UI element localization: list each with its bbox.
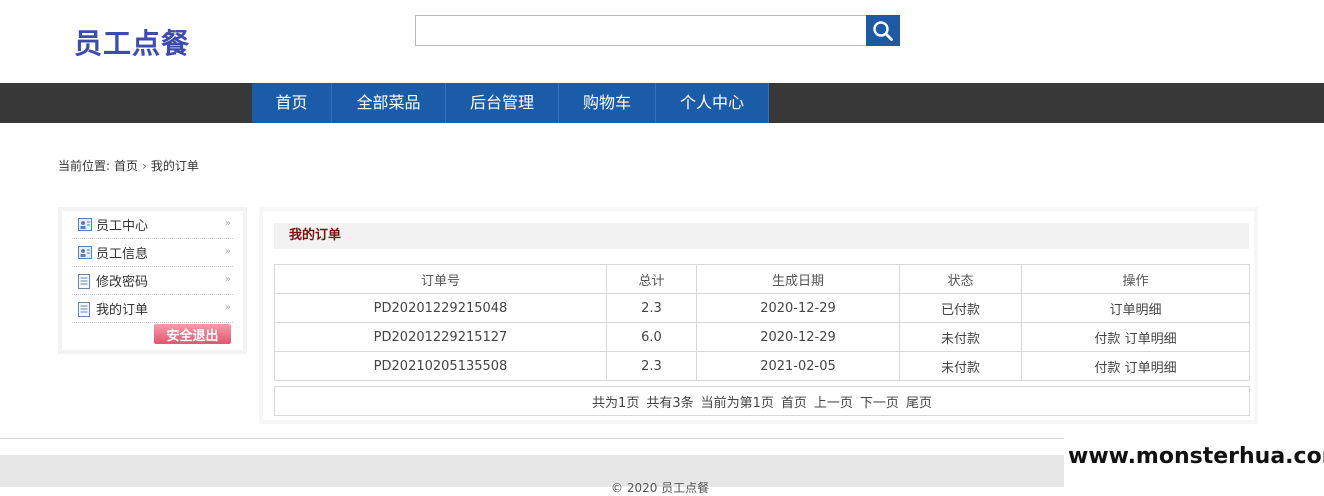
breadcrumb-home-link[interactable]: 首页 xyxy=(114,157,138,174)
column-header-actions: 操作 xyxy=(1021,264,1250,294)
order-number-cell: PD20201229215127 xyxy=(274,322,607,352)
logout-button[interactable]: 安全退出 xyxy=(154,324,231,344)
sidebar-item-change-password[interactable]: 修改密码 » xyxy=(72,267,233,295)
sidebar-item-label: 我的订单 xyxy=(96,303,149,318)
order-actions-cell: 付款 订单明细 xyxy=(1021,322,1250,352)
order-number-cell: PD20210205135508 xyxy=(274,351,607,381)
main-nav: 首页 全部菜品 后台管理 购物车 个人中心 xyxy=(252,83,769,123)
double-chevron-right-icon: » xyxy=(224,218,231,229)
pager-first-link[interactable]: 首页 xyxy=(781,392,807,411)
breadcrumb-prefix: 当前位置: xyxy=(58,159,111,173)
main-nav-bar: 首页 全部菜品 后台管理 购物车 个人中心 xyxy=(0,83,1324,123)
column-header-total: 总计 xyxy=(606,264,697,294)
order-detail-link[interactable]: 订单明细 xyxy=(1125,361,1177,376)
document-icon xyxy=(78,273,92,289)
order-date-cell: 2020-12-29 xyxy=(696,293,900,323)
pager-total-pages: 共为1页 xyxy=(592,395,640,411)
table-header-row: 订单号 总计 生成日期 状态 操作 xyxy=(274,264,1250,294)
double-chevron-right-icon: » xyxy=(224,246,231,257)
search-bar xyxy=(415,15,900,46)
column-header-order-no: 订单号 xyxy=(274,264,607,294)
orders-table: 订单号 总计 生成日期 状态 操作 PD20201229215048 2.3 2… xyxy=(274,264,1250,381)
sidebar-item-label: 员工信息 xyxy=(96,247,149,262)
pay-link[interactable]: 付款 xyxy=(1094,361,1120,376)
user-sidebar: 员工中心 » 员工信息 » 修改密码 » 我的订单 » 安全退出 xyxy=(58,207,247,354)
search-button[interactable] xyxy=(866,15,900,46)
double-chevron-right-icon: » xyxy=(224,302,231,313)
order-actions-cell: 订单明细 xyxy=(1021,293,1250,323)
panel-title: 我的订单 xyxy=(274,223,1249,249)
order-total-cell: 2.3 xyxy=(606,351,697,381)
order-status-cell: 已付款 xyxy=(899,293,1022,323)
search-input[interactable] xyxy=(415,15,867,46)
watermark-text: www.monsterhua.com xyxy=(1064,435,1324,487)
order-date-cell: 2020-12-29 xyxy=(696,322,900,352)
orders-panel: 我的订单 订单号 总计 生成日期 状态 操作 PD20201229215048 … xyxy=(259,207,1258,424)
order-actions-cell: 付款 订单明细 xyxy=(1021,351,1250,381)
pager-next-link[interactable]: 下一页 xyxy=(860,392,899,411)
order-date-cell: 2021-02-05 xyxy=(696,351,900,381)
sidebar-item-label: 员工中心 xyxy=(96,219,149,234)
pager-prev-link[interactable]: 上一页 xyxy=(814,392,853,411)
site-footer xyxy=(0,455,1064,487)
nav-item-all-dishes[interactable]: 全部菜品 xyxy=(332,83,446,123)
table-row: PD20201229215127 6.0 2020-12-29 未付款 付款 订… xyxy=(274,322,1250,352)
nav-item-admin[interactable]: 后台管理 xyxy=(446,83,559,123)
site-logo[interactable]: 员工点餐 xyxy=(74,22,190,62)
profile-card-icon xyxy=(78,245,92,260)
nav-item-personal-center[interactable]: 个人中心 xyxy=(656,83,769,123)
nav-item-home[interactable]: 首页 xyxy=(252,83,332,123)
orders-panel-body: 我的订单 订单号 总计 生成日期 状态 操作 PD20201229215048 … xyxy=(263,211,1254,420)
site-header: 员工点餐 xyxy=(0,0,1324,83)
column-header-status: 状态 xyxy=(899,264,1022,294)
table-row: PD20210205135508 2.3 2021-02-05 未付款 付款 订… xyxy=(274,351,1250,381)
nav-item-cart[interactable]: 购物车 xyxy=(559,83,656,123)
order-status-cell: 未付款 xyxy=(899,322,1022,352)
double-chevron-right-icon: » xyxy=(224,274,231,285)
breadcrumb: 当前位置: 首页 › 我的订单 xyxy=(58,157,199,174)
order-detail-link[interactable]: 订单明细 xyxy=(1125,332,1177,347)
sidebar-item-label: 修改密码 xyxy=(96,275,149,290)
column-header-date: 生成日期 xyxy=(696,264,900,294)
breadcrumb-current: 我的订单 xyxy=(150,159,199,173)
sidebar-item-employee-info[interactable]: 员工信息 » xyxy=(72,239,233,267)
document-icon xyxy=(78,301,92,317)
chevron-right-icon: › xyxy=(142,158,147,173)
footer-copyright: © 2020 员工点餐 xyxy=(611,481,710,495)
pager-total-items: 共有3条 xyxy=(646,395,694,411)
order-detail-link[interactable]: 订单明细 xyxy=(1109,303,1161,318)
sidebar-item-employee-center[interactable]: 员工中心 » xyxy=(72,211,233,239)
pager-current-page: 当前为第1页 xyxy=(700,395,774,411)
pagination: 共为1页 共有3条 当前为第1页 首页 上一页 下一页 尾页 xyxy=(274,386,1250,416)
search-icon xyxy=(873,20,893,41)
sidebar-item-my-orders[interactable]: 我的订单 » xyxy=(72,295,233,323)
table-row: PD20201229215048 2.3 2020-12-29 已付款 订单明细 xyxy=(274,293,1250,323)
order-total-cell: 6.0 xyxy=(606,322,697,352)
order-number-cell: PD20201229215048 xyxy=(274,293,607,323)
order-total-cell: 2.3 xyxy=(606,293,697,323)
order-status-cell: 未付款 xyxy=(899,351,1022,381)
profile-card-icon xyxy=(78,217,92,232)
pager-last-link[interactable]: 尾页 xyxy=(906,392,932,411)
pay-link[interactable]: 付款 xyxy=(1094,332,1120,347)
